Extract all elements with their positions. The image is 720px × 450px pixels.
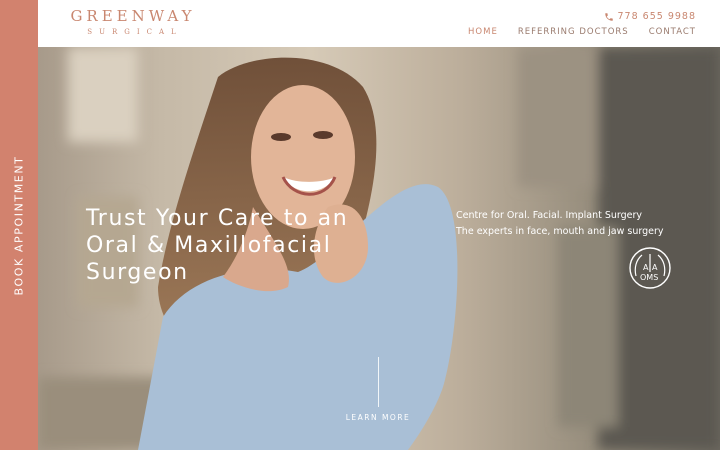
- nav-home[interactable]: HOME: [468, 27, 498, 37]
- main-nav: HOME REFERRING DOCTORS CONTACT: [468, 27, 696, 37]
- book-appointment-button[interactable]: BOOK APPOINTMENT: [0, 0, 38, 450]
- learn-more-divider: [377, 357, 379, 407]
- phone-link[interactable]: 778 655 9988: [604, 11, 696, 22]
- badge-oms: OMS: [640, 273, 658, 282]
- phone-icon: [604, 12, 613, 21]
- phone-number: 778 655 9988: [617, 11, 696, 22]
- hero-tagline: Centre for Oral. Facial. Implant Surgery…: [456, 208, 664, 240]
- tagline-line-1: Centre for Oral. Facial. Implant Surgery: [456, 210, 643, 221]
- badge-letter-a2: A: [652, 263, 658, 272]
- book-appointment-label: BOOK APPOINTMENT: [12, 154, 26, 296]
- site-logo[interactable]: GREENWAY SURGICAL: [66, 7, 200, 37]
- nav-contact[interactable]: CONTACT: [649, 27, 696, 37]
- nav-referring-doctors[interactable]: REFERRING DOCTORS: [518, 27, 629, 37]
- badge-letter-a: A: [643, 263, 649, 272]
- tagline-line-2: The experts in face, mouth and jaw surge…: [456, 226, 664, 237]
- logo-main-text: GREENWAY: [70, 7, 196, 25]
- logo-sub-text: SURGICAL: [87, 28, 183, 36]
- aaoms-badge-icon: A A OMS: [629, 247, 671, 289]
- hero-title: Trust Your Care to an Oral & Maxillofaci…: [86, 206, 349, 285]
- hero-section: Trust Your Care to an Oral & Maxillofaci…: [38, 47, 720, 450]
- learn-more-link[interactable]: LEARN MORE: [338, 357, 418, 422]
- learn-more-label: LEARN MORE: [345, 413, 411, 422]
- site-header: GREENWAY SURGICAL 778 655 9988 HOME REFE…: [38, 0, 720, 47]
